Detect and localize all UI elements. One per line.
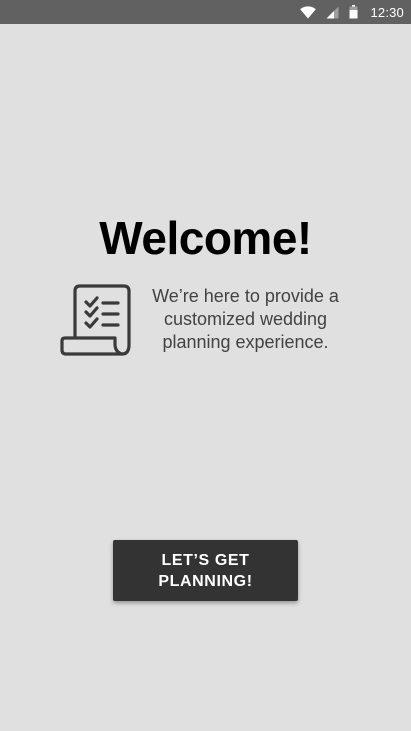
status-bar: 12:30 <box>0 0 411 24</box>
welcome-title: Welcome! <box>99 212 312 264</box>
cta-label-line-1: LET’S GET <box>161 551 250 569</box>
cell-signal-icon <box>326 6 339 19</box>
checklist-scroll-icon <box>58 283 132 359</box>
status-icons: 12:30 <box>300 0 404 24</box>
battery-icon <box>349 5 358 19</box>
status-time: 12:30 <box>370 4 404 20</box>
intro-message: We’re here to provide a customized weddi… <box>152 286 339 352</box>
lets-get-planning-button[interactable]: LET’S GET PLANNING! <box>113 540 298 601</box>
wifi-icon <box>300 5 317 19</box>
cta-label-line-2: PLANNING! <box>158 572 253 590</box>
